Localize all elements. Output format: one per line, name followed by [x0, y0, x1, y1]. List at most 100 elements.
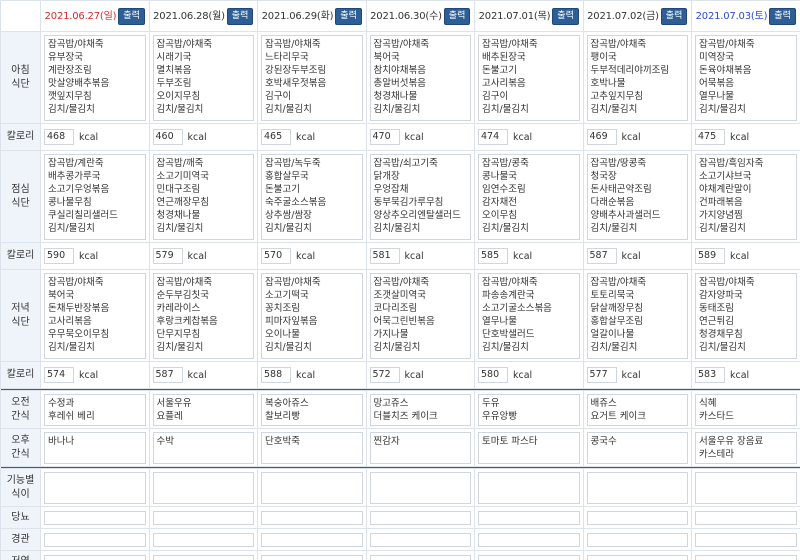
- am_snack-textarea[interactable]: 두유 우유앙빵: [478, 393, 580, 426]
- lunch-menu-textarea[interactable]: 잡곡밥/녹두죽 홍합살무국 돈불고기 숙주굴소스볶음 상추쌈/쌈장 김치/물김치: [261, 153, 363, 240]
- calorie-cell: 570 kcal: [257, 242, 367, 270]
- calorie-input[interactable]: 577: [586, 367, 617, 383]
- calorie-input[interactable]: 465: [261, 129, 291, 145]
- calorie-input[interactable]: 570: [261, 248, 291, 264]
- breakfast-menu-textarea[interactable]: 잡곡밥/야채죽 유부장국 계란장조림 맛살양배추볶음 깻잎지무침 김치/물김치: [44, 34, 146, 121]
- print-button[interactable]: 출력: [552, 8, 579, 25]
- calorie-input[interactable]: 585: [478, 248, 508, 264]
- diabetes-input[interactable]: [478, 510, 580, 525]
- calorie-input[interactable]: 574: [44, 367, 74, 383]
- special-diet-input[interactable]: [586, 471, 688, 504]
- print-button[interactable]: 출력: [118, 8, 145, 25]
- lunch-menu-textarea[interactable]: 잡곡밥/콩죽 콩나물국 임연수조림 감자채전 오이무침 김치/물김치: [478, 153, 580, 240]
- calorie-input[interactable]: 469: [586, 129, 617, 145]
- calorie-input[interactable]: 580: [478, 367, 508, 383]
- pm_snack-textarea[interactable]: 찐감자: [369, 431, 471, 464]
- tube-feeding-input[interactable]: [369, 532, 471, 547]
- print-button[interactable]: 출력: [226, 8, 254, 25]
- dinner-menu-textarea[interactable]: 잡곡밥/야채죽 토토리묵국 닭살깨장무침 홍합살무조림 얼갈이나물 김치/물김치: [586, 272, 688, 359]
- diabetes-input[interactable]: [44, 510, 146, 525]
- calorie-input[interactable]: 583: [695, 367, 725, 383]
- calorie-input[interactable]: 587: [586, 248, 617, 264]
- lunch-cell: 잡곡밥/계란죽 배추콩가루국 소고기우엉볶음 콩나물무침 쿠실리칠리샐러드 김치/물김치: [40, 150, 150, 243]
- print-button[interactable]: 출력: [769, 8, 796, 25]
- dinner-menu-textarea[interactable]: 잡곡밥/야채죽 순두부김칫국 카레라이스 후랑크케찹볶음 단무지무침 김치/물김치: [152, 272, 254, 359]
- am_snack-textarea[interactable]: 식혜 카스타드: [695, 393, 797, 426]
- low-sodium-input[interactable]: [261, 554, 363, 560]
- dinner-menu-textarea[interactable]: 잡곡밥/야채죽 파송송계란국 소고기굴소스볶음 열무나물 단호박샐러드 김치/물김치: [478, 272, 580, 359]
- tube-feeding-input[interactable]: [261, 532, 363, 547]
- dinner-menu-textarea[interactable]: 잡곡밥/야채죽 조갯살미역국 코다리조림 어묵그린빈볶음 가지나물 김치/물김치: [369, 272, 471, 359]
- calorie-unit: kcal: [730, 369, 750, 381]
- calorie-input[interactable]: 588: [261, 367, 291, 383]
- tube-feeding-input[interactable]: [152, 532, 254, 547]
- breakfast-menu-textarea[interactable]: 잡곡밥/야채죽 느타리무국 강된장두부조림 호박새우젓볶음 김구이 김치/물김치: [261, 34, 363, 121]
- low-sodium-input[interactable]: [695, 554, 797, 560]
- special-diet-input[interactable]: [44, 471, 146, 504]
- am_snack-textarea[interactable]: 배쥬스 요거트 케이크: [586, 393, 688, 426]
- diabetes-input[interactable]: [586, 510, 688, 525]
- menu-item: 잡곡밥/야채죽: [482, 276, 538, 288]
- calorie-input[interactable]: 470: [369, 129, 400, 145]
- diabetes-input[interactable]: [369, 510, 471, 525]
- calorie-input[interactable]: 572: [369, 367, 400, 383]
- pm_snack-textarea[interactable]: 단호박죽: [261, 431, 363, 464]
- low-sodium-input[interactable]: [586, 554, 688, 560]
- lunch-menu-textarea[interactable]: 잡곡밥/땅콩죽 청국장 돈사태곤약조림 다래순볶음 양배추사과샐러드 김치/물김치: [586, 153, 688, 240]
- lunch-menu-textarea[interactable]: 잡곡밥/쇠고기죽 닭개장 우엉잡채 동부묵김가루무침 양상추오리엔탈샐러드 김치/물김치: [369, 153, 471, 240]
- am_snack-textarea[interactable]: 서울우유 요플레: [152, 393, 254, 426]
- dinner-menu-textarea[interactable]: 잡곡밥/야채죽 감자양파국 동태조림 연근튀김 청경채무침 김치/물김치: [695, 272, 797, 359]
- calorie-input[interactable]: 474: [478, 129, 508, 145]
- calorie-unit: kcal: [79, 250, 99, 262]
- low-sodium-cell: [148, 550, 258, 560]
- menu-item: 청경채나물: [373, 90, 418, 102]
- print-button[interactable]: 출력: [443, 8, 471, 25]
- pm_snack-textarea[interactable]: 바나나: [44, 431, 146, 464]
- calorie-input[interactable]: 590: [44, 248, 74, 264]
- low-sodium-input[interactable]: [152, 554, 254, 560]
- breakfast-menu-textarea[interactable]: 잡곡밥/야채죽 북어국 참치야채볶음 총알버섯볶음 청경채나물 김치/물김치: [369, 34, 471, 121]
- special-diet-input[interactable]: [369, 471, 471, 504]
- special-diet-input[interactable]: [152, 471, 254, 504]
- pm_snack-textarea[interactable]: 수박: [152, 431, 254, 464]
- tube-feeding-input[interactable]: [695, 532, 797, 547]
- pm_snack-textarea[interactable]: 토마토 파스타: [478, 431, 580, 464]
- am_snack-textarea[interactable]: 망고쥬스 더블치즈 케이크: [369, 393, 471, 426]
- breakfast-menu-textarea[interactable]: 잡곡밥/야채죽 미역장국 돈육야채볶음 어묵볶음 열무나물 김치/물김치: [695, 34, 797, 121]
- lunch-menu-textarea[interactable]: 잡곡밥/깨죽 소고기미역국 민대구조림 연근깨장무침 청경채나물 김치/물김치: [152, 153, 254, 240]
- tube-feeding-input[interactable]: [586, 532, 688, 547]
- calorie-input[interactable]: 587: [152, 367, 183, 383]
- breakfast-menu-textarea[interactable]: 잡곡밥/야채죽 팽이국 두부적데리야끼조림 호박나물 고추잎지무침 김치/물김치: [586, 34, 688, 121]
- calorie-input[interactable]: 468: [44, 129, 74, 145]
- diabetes-input[interactable]: [152, 510, 254, 525]
- breakfast-menu-textarea[interactable]: 잡곡밥/야채죽 배추된장국 돈불고기 고사리볶음 김구이 김치/물김치: [478, 34, 580, 121]
- low-sodium-input[interactable]: [369, 554, 471, 560]
- menu-item: 김치/물김치: [590, 341, 638, 353]
- calorie-input[interactable]: 589: [695, 248, 725, 264]
- tube-feeding-input[interactable]: [44, 532, 146, 547]
- pm_snack-textarea[interactable]: 서울우유 장음료 카스테라: [695, 431, 797, 464]
- special-diet-input[interactable]: [695, 471, 797, 504]
- dinner-menu-textarea[interactable]: 잡곡밥/야채죽 소고기떡국 꽁치조림 피마자잎볶음 오이나물 김치/물김치: [261, 272, 363, 359]
- dinner-menu-textarea[interactable]: 잡곡밥/야채죽 북어국 돈채두반장볶음 고사리볶음 우무묵오이무침 김치/물김치: [44, 272, 146, 359]
- print-button[interactable]: 출력: [660, 8, 688, 25]
- calorie-input[interactable]: 579: [152, 248, 183, 264]
- diabetes-input[interactable]: [695, 510, 797, 525]
- am_snack-textarea[interactable]: 복숭아쥬스 찰보리빵: [261, 393, 363, 426]
- pm_snack-textarea[interactable]: 콩국수: [586, 431, 688, 464]
- special-diet-input[interactable]: [478, 471, 580, 504]
- calorie-input[interactable]: 475: [695, 129, 725, 145]
- am_snack-textarea[interactable]: 수정과 후레쉬 베리: [44, 393, 146, 426]
- tube-feeding-input[interactable]: [478, 532, 580, 547]
- print-button[interactable]: 출력: [335, 8, 362, 25]
- breakfast-menu-textarea[interactable]: 잡곡밥/야채죽 시래기국 멸치볶음 두부조림 오이지무침 김치/물김치: [152, 34, 254, 121]
- diabetes-input[interactable]: [261, 510, 363, 525]
- calorie-input[interactable]: 460: [152, 129, 183, 145]
- lunch-menu-textarea[interactable]: 잡곡밥/계란죽 배추콩가루국 소고기우엉볶음 콩나물무침 쿠실리칠리샐러드 김치/물김치: [44, 153, 146, 240]
- date-cell: 2021.07.03(토) 출력: [691, 0, 800, 32]
- low-sodium-input[interactable]: [478, 554, 580, 560]
- lunch-menu-textarea[interactable]: 잡곡밥/흑임자죽 소고기샤브국 야채계란말이 건파래볶음 가지양념찜 김치/물김치: [695, 153, 797, 240]
- special-diet-input[interactable]: [261, 471, 363, 504]
- low-sodium-input[interactable]: [44, 554, 146, 560]
- calorie-input[interactable]: 581: [369, 248, 400, 264]
